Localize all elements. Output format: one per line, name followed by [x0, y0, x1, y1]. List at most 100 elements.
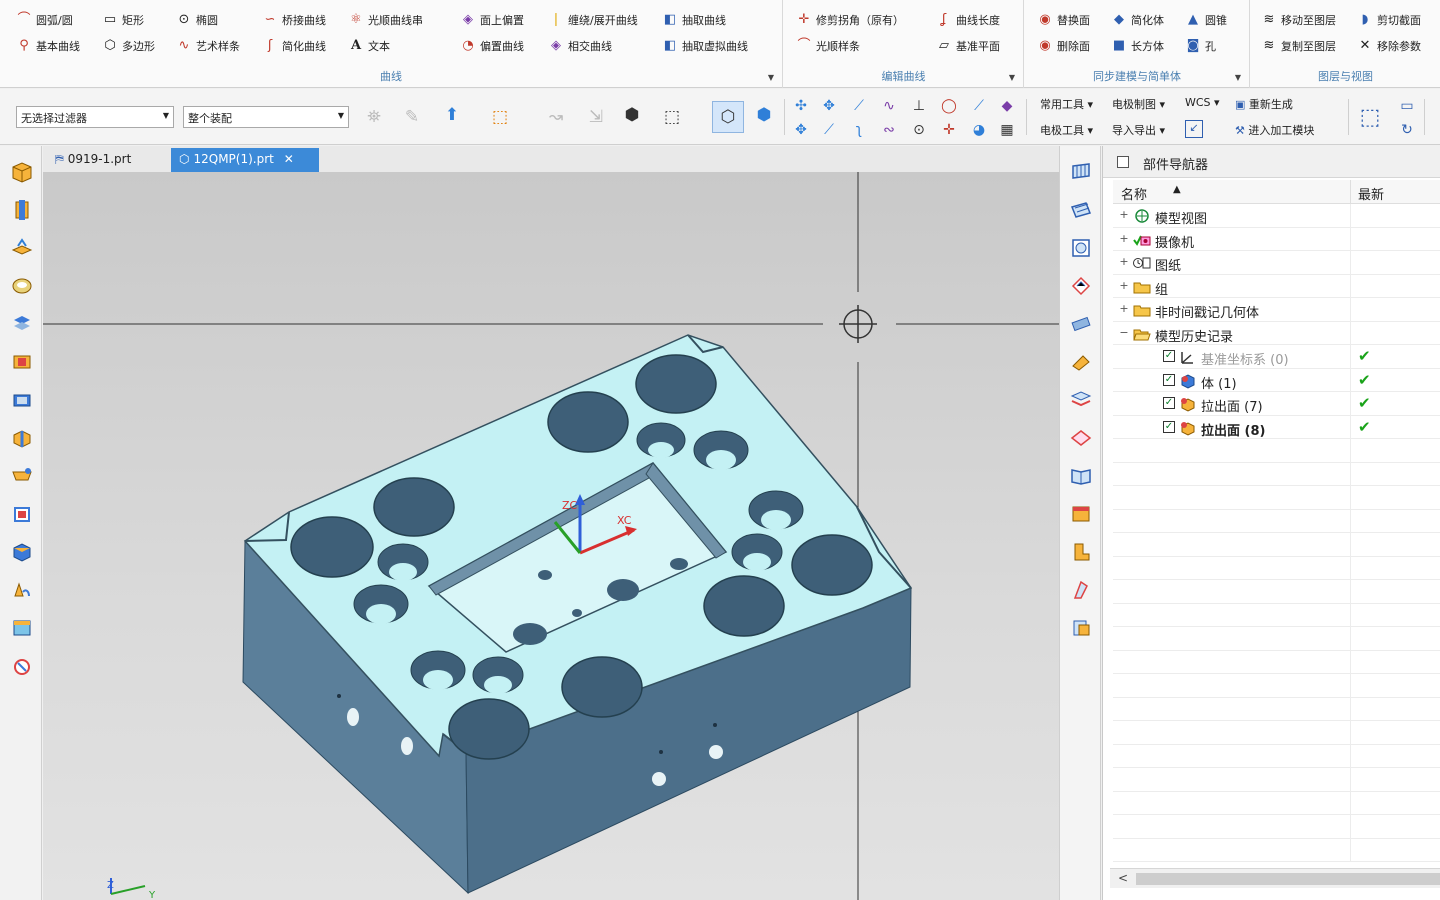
type-filter-combo[interactable]: 无选择过滤器 ▼	[16, 106, 174, 128]
layers-icon[interactable]	[1067, 386, 1095, 414]
snap-endpoint-icon[interactable]: ✣	[790, 95, 812, 117]
common-tools-menu[interactable]: 常用工具 ▾	[1040, 96, 1093, 112]
expand-toggle-icon[interactable]: +	[1119, 232, 1129, 245]
copy-to-layer-button[interactable]: ≋ 复制至图层	[1261, 36, 1357, 56]
snap-existing-icon[interactable]: ⟋	[818, 119, 840, 141]
view-trimetric-icon[interactable]	[1067, 272, 1095, 300]
roles-icon[interactable]	[8, 500, 36, 528]
column-divider[interactable]	[1350, 180, 1351, 204]
part-navigator-icon[interactable]	[8, 234, 36, 262]
navigator-row[interactable]: + 图纸	[1113, 251, 1440, 275]
block-button[interactable]: ■ 长方体	[1111, 36, 1185, 56]
select-features-icon[interactable]: ⛯	[362, 105, 386, 129]
navigator-horizontal-scrollbar[interactable]: <	[1110, 868, 1440, 888]
shaded-view-icon[interactable]: ⬢	[752, 103, 776, 127]
surface-icon[interactable]	[1067, 424, 1095, 452]
electrode-drawing-menu[interactable]: 电极制图 ▾	[1112, 96, 1165, 112]
expand-toggle-icon[interactable]: −	[1119, 326, 1129, 339]
import-export-menu[interactable]: 导入导出 ▾	[1112, 122, 1165, 138]
work-view-icon[interactable]: ⬢	[620, 103, 644, 127]
bridge-curve-button[interactable]: ∽ 桥接曲线	[262, 10, 348, 30]
cone-button[interactable]: ▲ 圆锥	[1185, 10, 1245, 30]
navigator-row[interactable]: + 模型视图	[1113, 204, 1440, 228]
wrap-unwrap-button[interactable]: ❘ 缠绕/展开曲线	[548, 10, 662, 30]
extract-virtual-curve-button[interactable]: ◧ 抽取虚拟曲线	[662, 36, 772, 56]
zoom-window-icon[interactable]: ▭	[1396, 95, 1418, 117]
transform-icon[interactable]: ↝	[544, 105, 568, 129]
rectangle-button[interactable]: ▭ 矩形	[102, 10, 176, 30]
snap-midpoint-icon[interactable]: ✥	[818, 95, 840, 117]
snap-quadrant-icon[interactable]: ʅ	[848, 119, 870, 141]
sheet-icon[interactable]	[1067, 500, 1095, 528]
text-button[interactable]: A 文本	[348, 36, 460, 56]
navigator-row[interactable]: + 摄像机	[1113, 227, 1440, 251]
visibility-checkbox[interactable]: ✓	[1163, 373, 1175, 386]
simplify-body-button[interactable]: ◆ 简化体	[1111, 10, 1185, 30]
hd3d-tools-icon[interactable]	[8, 310, 36, 338]
visibility-checkbox[interactable]: ✓	[1163, 397, 1175, 409]
snap-control-icon[interactable]: ✥	[790, 119, 812, 141]
bend-icon[interactable]	[1067, 576, 1095, 604]
arc-circle-button[interactable]: ⌒ 圆弧/圆	[16, 10, 102, 30]
history-icon[interactable]	[8, 386, 36, 414]
snap-circle-icon[interactable]: ◯	[938, 95, 960, 117]
visibility-checkbox[interactable]: ✓	[1163, 350, 1175, 362]
ellipse-button[interactable]: ⊙ 椭圆	[176, 10, 262, 30]
snap-pole-icon[interactable]: ◕	[968, 119, 990, 141]
studio-spline-button[interactable]: ∿ 艺术样条	[176, 36, 262, 56]
static-wireframe-icon[interactable]: ⬡	[712, 101, 744, 133]
process-studio-icon[interactable]	[8, 424, 36, 452]
palettes-icon[interactable]	[8, 576, 36, 604]
scroll-left-icon[interactable]: <	[1118, 871, 1128, 885]
view-front-icon[interactable]	[1067, 158, 1095, 186]
remove-parameters-button[interactable]: ✕ 移除参数	[1357, 36, 1437, 56]
smooth-spline-button[interactable]: ⌒ 光顺样条	[796, 36, 936, 56]
mold-icon[interactable]	[1067, 614, 1095, 642]
cylinder-icon[interactable]	[1067, 310, 1095, 338]
assembly-navigator-icon[interactable]	[8, 158, 36, 186]
expand-toggle-icon[interactable]: +	[1119, 279, 1129, 292]
snap-face-icon[interactable]: ◆	[996, 95, 1018, 117]
marquee-icon[interactable]: ⬚	[660, 105, 684, 129]
rotate-view-icon[interactable]: ↻	[1396, 119, 1418, 141]
wcs-menu[interactable]: WCS ▾	[1185, 96, 1220, 109]
snap-perpendicular-icon[interactable]: ⊥	[908, 95, 930, 117]
system-materials-icon[interactable]	[8, 538, 36, 566]
smooth-curve-string-button[interactable]: ⚛ 光顺曲线串	[348, 10, 460, 30]
clip-section-button[interactable]: ◗ 剪切截面	[1357, 10, 1437, 30]
navigator-row[interactable]: ✓ 体 (1) ✔	[1113, 368, 1440, 392]
group-more-chevron-icon[interactable]: ▼	[1235, 73, 1241, 82]
link-icon[interactable]: ↙	[1185, 120, 1203, 138]
tab-0919-1[interactable]: ⛿ 0919-1.prt	[47, 148, 139, 172]
move-to-layer-button[interactable]: ≋ 移动至图层	[1261, 10, 1357, 30]
offset-curve-button[interactable]: ◔ 偏置曲线	[460, 36, 548, 56]
close-tab-icon[interactable]: ✕	[284, 152, 294, 166]
group-more-chevron-icon[interactable]: ▼	[768, 73, 774, 82]
view-top-icon[interactable]	[1067, 196, 1095, 224]
column-name-header[interactable]: 名称	[1121, 184, 1147, 203]
regenerate-button[interactable]: ▣ 重新生成	[1235, 96, 1293, 112]
column-latest-header[interactable]: 最新	[1358, 184, 1384, 203]
visibility-checkbox[interactable]: ✓	[1163, 420, 1175, 433]
visualization-icon[interactable]	[8, 614, 36, 642]
snap-grid-icon[interactable]: ▦	[996, 119, 1018, 141]
delete-face-button[interactable]: ◉ 删除面	[1037, 36, 1111, 56]
trim-corner-button[interactable]: ✛ 修剪拐角（原有）	[796, 10, 936, 30]
flange-icon[interactable]	[1067, 538, 1095, 566]
snap-center-icon[interactable]: ⊙	[908, 119, 930, 141]
selection-scope-combo[interactable]: 整个装配 ▼	[183, 106, 349, 128]
book-icon[interactable]	[1067, 462, 1095, 490]
graphics-viewport[interactable]: ZC XC Z Y	[43, 172, 1059, 900]
group-more-chevron-icon[interactable]: ▼	[1009, 73, 1015, 82]
curve-length-button[interactable]: ʆ 曲线长度	[936, 10, 1020, 30]
manufacturing-wizard-icon[interactable]	[8, 462, 36, 490]
sort-ascending-icon[interactable]: ▲	[1173, 184, 1181, 195]
navigator-row[interactable]: − 模型历史记录	[1113, 321, 1440, 345]
view-iso-icon[interactable]	[1067, 234, 1095, 262]
hole-button[interactable]: ◙ 孔	[1185, 36, 1245, 56]
rectangle-select-icon[interactable]: ⬚	[488, 105, 512, 129]
intersection-curve-button[interactable]: ◈ 相交曲线	[548, 36, 662, 56]
reuse-library-icon[interactable]	[8, 272, 36, 300]
constraint-navigator-icon[interactable]	[8, 196, 36, 224]
snap-line-icon[interactable]: ⟋	[848, 95, 870, 117]
